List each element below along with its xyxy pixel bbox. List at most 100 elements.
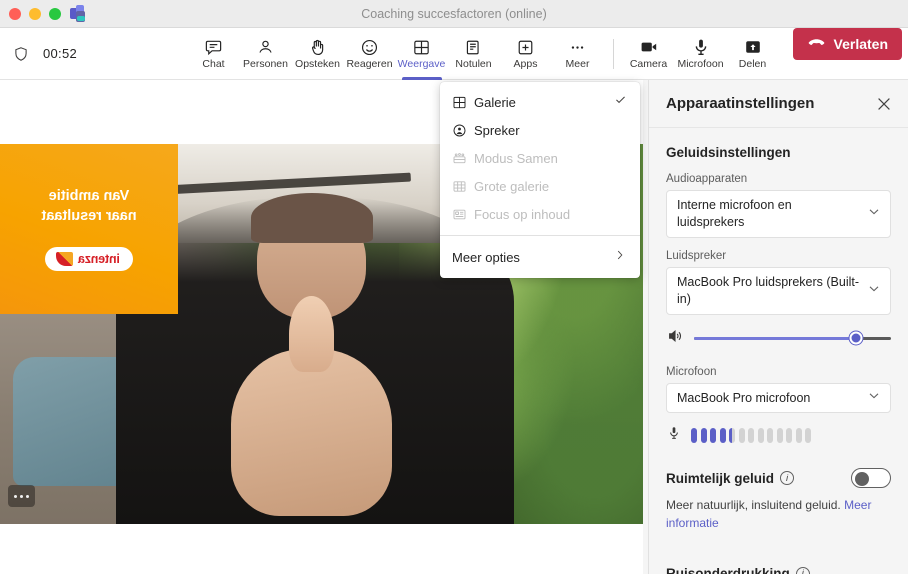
- menu-label-modus-samen: Modus Samen: [474, 151, 614, 166]
- sound-settings-title: Geluidsinstellingen: [666, 145, 891, 160]
- notes-icon: [464, 37, 483, 57]
- level-bar: [739, 428, 745, 443]
- meeting-timer: 00:52: [43, 46, 77, 61]
- toolbar-label-microfoon: Microfoon: [677, 58, 723, 70]
- menu-label-focus-op-inhoud: Focus op inhoud: [474, 207, 614, 222]
- toolbar-item-microfoon[interactable]: Microfoon: [675, 28, 727, 80]
- volume-slider[interactable]: [694, 337, 891, 340]
- banner-line-2: naar resultaat: [41, 207, 136, 227]
- menu-item-modus-samen: Modus Samen: [440, 144, 640, 172]
- view-grid-icon: [412, 37, 431, 57]
- menu-label-galerie: Galerie: [474, 95, 614, 110]
- content-focus-icon: [452, 207, 474, 222]
- menu-label-spreker: Spreker: [474, 123, 614, 138]
- speaker-select[interactable]: MacBook Pro luidsprekers (Built-in): [666, 267, 891, 315]
- leave-meeting-button[interactable]: Verlaten: [793, 28, 902, 60]
- large-gallery-icon: [452, 179, 474, 194]
- info-icon[interactable]: i: [796, 567, 810, 574]
- device-settings-panel: Apparaatinstellingen Geluidsinstellingen…: [648, 80, 908, 574]
- toolbar-divider: [613, 39, 614, 69]
- level-bar: [786, 428, 792, 443]
- toolbar-label-notulen: Notulen: [455, 58, 491, 70]
- toolbar-item-apps[interactable]: Apps: [500, 28, 552, 80]
- share-screen-icon: [743, 37, 763, 57]
- volume-control: [666, 327, 891, 350]
- menu-label-meer-opties: Meer opties: [452, 250, 614, 265]
- spatial-audio-label-group: Ruimtelijk geluid i: [666, 471, 794, 486]
- hang-up-icon: [807, 36, 826, 52]
- level-bar: [710, 428, 716, 443]
- people-icon: [256, 37, 275, 57]
- noise-suppression-row: Ruisonderdrukking i: [666, 566, 891, 574]
- level-bar: [729, 428, 735, 443]
- spatial-audio-label: Ruimtelijk geluid: [666, 471, 774, 486]
- toolbar-label-opsteken: Opsteken: [295, 58, 340, 70]
- toolbar-label-camera: Camera: [630, 58, 667, 70]
- level-bar: [720, 428, 726, 443]
- banner-swoosh-icon: [56, 252, 73, 266]
- microphone-icon: [691, 37, 711, 57]
- view-dropdown-menu: Galerie Spreker: [440, 82, 640, 278]
- audio-devices-value: Interne microfoon en luidsprekers: [677, 198, 792, 229]
- menu-label-grote-galerie: Grote galerie: [474, 179, 614, 194]
- toolbar-item-camera[interactable]: Camera: [623, 28, 675, 80]
- close-icon[interactable]: [874, 94, 894, 114]
- noise-suppression-label: Ruisonderdrukking: [666, 566, 790, 574]
- menu-item-galerie[interactable]: Galerie: [440, 88, 640, 116]
- audio-devices-select[interactable]: Interne microfoon en luidsprekers: [666, 190, 891, 238]
- microphone-label: Microfoon: [666, 366, 891, 378]
- camera-icon: [639, 37, 659, 57]
- menu-item-spreker[interactable]: Spreker: [440, 116, 640, 144]
- volume-icon: [666, 327, 684, 350]
- toolbar-item-reageren[interactable]: Reageren: [344, 28, 396, 80]
- leave-button-label: Verlaten: [834, 36, 888, 52]
- title-bar: Coaching succesfactoren (online): [0, 0, 908, 28]
- speaker-label: Luidspreker: [666, 250, 891, 262]
- level-bar: [691, 428, 697, 443]
- menu-item-meer-opties[interactable]: Meer opties: [440, 236, 640, 278]
- chevron-down-icon: [867, 389, 881, 408]
- chevron-down-icon: [867, 204, 881, 223]
- toolbar-actions: Chat Personen Opsteken: [188, 28, 908, 80]
- noise-suppression-label-group: Ruisonderdrukking i: [666, 566, 810, 574]
- chat-icon: [204, 37, 223, 57]
- level-bars: [691, 428, 811, 443]
- speaker-view-icon: [452, 123, 474, 138]
- toolbar-item-personen[interactable]: Personen: [240, 28, 292, 80]
- toolbar-item-chat[interactable]: Chat: [188, 28, 240, 80]
- toolbar-label-reageren: Reageren: [346, 58, 392, 70]
- reactions-icon: [360, 37, 379, 57]
- microphone-level-meter: [666, 425, 891, 446]
- tile-more-options-button[interactable]: [8, 485, 35, 507]
- level-bar: [758, 428, 764, 443]
- spatial-audio-toggle[interactable]: [851, 468, 891, 488]
- panel-header: Apparaatinstellingen: [649, 80, 908, 128]
- raise-hand-icon: [308, 37, 327, 57]
- presentation-banner: Van ambitie naar resultaat intenza: [0, 144, 178, 314]
- level-bar: [805, 428, 811, 443]
- chevron-right-icon: [614, 248, 628, 266]
- pointing-finger: [289, 296, 334, 372]
- info-icon[interactable]: i: [780, 471, 794, 485]
- toolbar-item-weergave[interactable]: Weergave: [396, 28, 448, 80]
- panel-title: Apparaatinstellingen: [666, 95, 814, 112]
- chevron-down-icon: [867, 281, 881, 300]
- toolbar-item-meer[interactable]: Meer: [552, 28, 604, 80]
- level-bar: [748, 428, 754, 443]
- toolbar-label-meer: Meer: [566, 58, 590, 70]
- meeting-toolbar: 00:52 Chat Personen: [0, 28, 908, 80]
- spatial-audio-row: Ruimtelijk geluid i: [666, 468, 891, 488]
- toolbar-item-notulen[interactable]: Notulen: [448, 28, 500, 80]
- toolbar-item-opsteken[interactable]: Opsteken: [292, 28, 344, 80]
- menu-item-focus-op-inhoud: Focus op inhoud: [440, 200, 640, 228]
- toolbar-item-delen[interactable]: Delen: [727, 28, 779, 80]
- microphone-select[interactable]: MacBook Pro microfoon: [666, 383, 891, 414]
- menu-item-grote-galerie: Grote galerie: [440, 172, 640, 200]
- level-bar: [701, 428, 707, 443]
- toggle-knob: [855, 472, 869, 486]
- apps-plus-icon: [516, 37, 535, 57]
- level-bar: [796, 428, 802, 443]
- toolbar-label-apps: Apps: [514, 58, 538, 70]
- check-icon: [614, 93, 628, 111]
- person-hair: [251, 193, 373, 242]
